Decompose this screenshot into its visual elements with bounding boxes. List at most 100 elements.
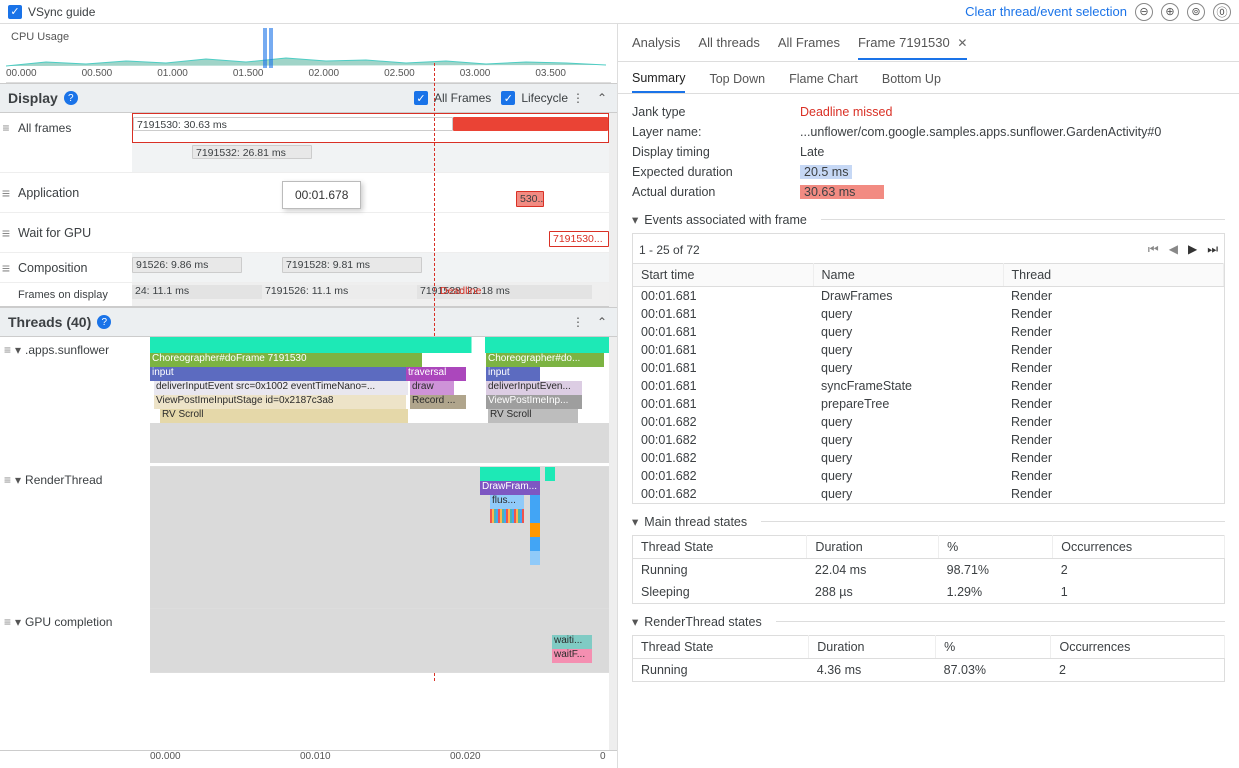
frame-block[interactable]: 7191530... [549,231,609,247]
chevron-up-icon[interactable]: ⌃ [595,315,609,329]
help-icon[interactable]: ? [64,91,78,105]
table-header[interactable]: Start time [633,264,813,287]
more-icon[interactable]: ⋮ [568,91,587,105]
trace-event[interactable]: input [486,367,540,381]
table-header[interactable]: Occurrences [1051,636,1225,659]
zoom-fit-icon[interactable]: ⊚ [1187,3,1205,21]
frame-block[interactable]: 7191532: 26.81 ms [192,145,312,159]
vsync-guide-checkbox[interactable]: ✓ VSync guide [8,5,95,19]
cpu-usage-strip[interactable]: CPU Usage 00.00000.50001.00001.50002.000… [6,28,611,83]
main-states-table[interactable]: Thread StateDuration%Occurrences Running… [632,535,1225,604]
clear-selection-link[interactable]: Clear thread/event selection [965,4,1127,19]
trace-event[interactable]: draw [410,381,454,395]
trace-event[interactable]: RV Scroll [488,409,578,423]
render-states-table[interactable]: Thread StateDuration%Occurrences Running… [632,635,1225,682]
expand-icon[interactable]: ▾ [632,514,638,529]
frame-block[interactable]: 7191530: 30.63 ms [133,117,453,131]
trace-event[interactable] [480,467,540,481]
trace-event[interactable]: ViewPostImeInputStage id=0x2187c3a8 [154,395,406,409]
trace-event[interactable] [530,523,540,537]
drag-handle-icon[interactable]: ≡ [0,173,12,212]
track-composition[interactable]: 91526: 9.86 ms 7191528: 9.81 ms [132,253,609,282]
drag-handle-icon[interactable]: ≡ [0,253,12,282]
expand-icon[interactable]: ▾ [15,473,21,487]
table-row[interactable]: 00:01.682queryRender [633,485,1224,503]
trace-event[interactable]: ViewPostImeInp... [486,395,582,409]
table-row[interactable]: Running4.36 ms87.03%2 [633,659,1225,682]
trace-event[interactable] [530,495,540,509]
table-header[interactable]: Thread [1003,264,1224,287]
lifecycle-checkbox[interactable]: ✓ Lifecycle [501,91,568,105]
zoom-out-icon[interactable]: ⊖ [1135,3,1153,21]
track-wait-gpu[interactable]: 7191530... [132,213,609,252]
table-row[interactable]: Running22.04 ms98.71%2 [633,559,1225,582]
trace-event[interactable]: DrawFram... [480,481,540,495]
frame-block-jank[interactable] [453,117,608,131]
table-header[interactable]: Name [813,264,1003,287]
table-header[interactable]: % [939,536,1053,559]
table-row[interactable]: 00:01.682queryRender [633,449,1224,467]
table-header[interactable]: Thread State [633,536,807,559]
help-icon[interactable]: ? [97,315,111,329]
trace-event[interactable]: RV Scroll [160,409,408,423]
trace-event[interactable] [530,537,540,551]
trace-event[interactable] [545,467,555,481]
subtab-top-down[interactable]: Top Down [709,72,765,92]
table-row[interactable]: 00:01.682queryRender [633,413,1224,431]
expand-icon[interactable]: ▾ [632,212,638,227]
thread-track-render[interactable]: DrawFram... flus... [150,467,609,609]
pager-prev-icon[interactable]: ◀ [1169,242,1178,257]
track-application[interactable]: 530... [132,173,609,212]
trace-event[interactable]: waitF... [552,649,592,663]
table-header[interactable]: Thread State [633,636,809,659]
tab-frame[interactable]: Frame 7191530 ✕ [858,35,967,60]
track-frames-on-display[interactable]: 24: 11.1 ms 7191526: 11.1 ms 7191528: 22… [132,283,609,306]
trace-event[interactable] [490,509,524,523]
frame-block[interactable]: 530... [516,191,544,207]
expand-icon[interactable]: ▾ [632,614,638,629]
frame-block[interactable]: 91526: 9.86 ms [132,257,242,273]
trace-event[interactable]: waiti... [552,635,592,649]
frame-block[interactable]: 7191526: 11.1 ms [262,285,417,299]
trace-event[interactable]: Choreographer#doFrame 7191530 [150,353,422,367]
table-header[interactable]: Occurrences [1053,536,1225,559]
table-row[interactable]: 00:01.681prepareTreeRender [633,395,1224,413]
all-frames-checkbox[interactable]: ✓ All Frames [414,91,491,105]
drag-handle-icon[interactable]: ≡ [4,343,11,357]
zoom-in-icon[interactable]: ⊕ [1161,3,1179,21]
subtab-flame-chart[interactable]: Flame Chart [789,72,858,92]
trace-event[interactable] [530,509,540,523]
trace-event[interactable]: traversal [406,367,466,381]
tab-all-frames[interactable]: All Frames [778,35,840,50]
drag-handle-icon[interactable]: ≡ [0,113,12,143]
close-icon[interactable]: ✕ [957,36,967,50]
table-row[interactable]: 00:01.681DrawFramesRender [633,287,1224,306]
trace-event[interactable]: Choreographer#do... [486,353,604,367]
table-header[interactable]: Duration [807,536,939,559]
trace-event[interactable] [530,551,540,565]
chevron-up-icon[interactable]: ⌃ [595,91,609,105]
more-icon[interactable]: ⋮ [568,315,587,329]
events-table[interactable]: Start timeNameThread 00:01.681DrawFrames… [633,263,1224,503]
tab-all-threads[interactable]: All threads [698,35,759,50]
expand-icon[interactable]: ▾ [15,615,21,629]
table-row[interactable]: 00:01.681queryRender [633,341,1224,359]
drag-handle-icon[interactable]: ≡ [0,213,12,252]
table-header[interactable]: % [936,636,1051,659]
thread-track-gpu[interactable]: waiti... waitF... [150,609,609,673]
frame-block[interactable]: 24: 11.1 ms [132,285,262,299]
trace-event[interactable]: Record ... [410,395,466,409]
table-row[interactable]: 00:01.682queryRender [633,431,1224,449]
thread-track-app[interactable]: Choreographer#doFrame 7191530 Choreograp… [150,337,609,467]
pager-first-icon[interactable]: ⏮ [1148,242,1159,257]
drag-handle-icon[interactable]: ≡ [4,473,11,487]
trace-event[interactable]: input [150,367,406,381]
table-row[interactable]: 00:01.681syncFrameStateRender [633,377,1224,395]
table-header[interactable]: Duration [809,636,936,659]
drag-handle-icon[interactable]: ≡ [4,615,11,629]
expand-icon[interactable]: ▾ [15,343,21,357]
table-row[interactable]: 00:01.681queryRender [633,323,1224,341]
frame-block[interactable]: 7191528: 9.81 ms [282,257,422,273]
subtab-summary[interactable]: Summary [632,71,685,93]
zoom-reset-icon[interactable]: ⓪ [1213,3,1231,21]
